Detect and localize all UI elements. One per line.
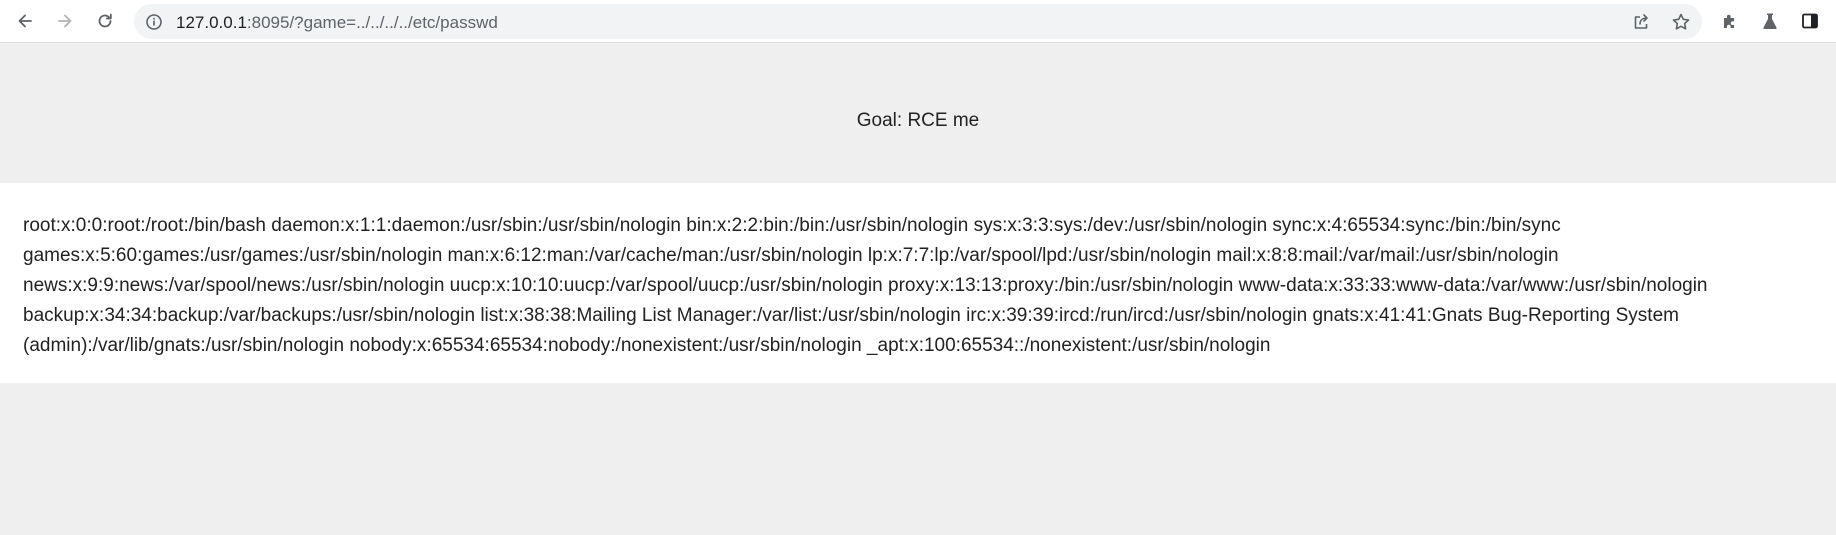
arrow-right-icon xyxy=(58,14,72,28)
browser-toolbar: 127.0.0.1:8095/?game=../../../../etc/pas… xyxy=(0,0,1836,43)
reload-icon xyxy=(98,13,112,28)
goal-section: Goal: RCE me xyxy=(0,43,1836,183)
url-path: :8095/?game=../../../../etc/passwd xyxy=(246,13,498,32)
forward-button[interactable] xyxy=(50,6,80,36)
side-panel-icon[interactable] xyxy=(1797,8,1823,34)
star-icon[interactable] xyxy=(1668,9,1694,35)
file-output-panel: root:x:0:0:root:/root:/bin/bash daemon:x… xyxy=(0,183,1836,383)
reload-button[interactable] xyxy=(90,6,120,36)
address-bar[interactable]: 127.0.0.1:8095/?game=../../../../etc/pas… xyxy=(134,4,1702,39)
info-icon[interactable] xyxy=(144,12,163,31)
passwd-output: root:x:0:0:root:/root:/bin/bash daemon:x… xyxy=(23,215,1708,356)
back-button[interactable] xyxy=(10,6,40,36)
share-icon[interactable] xyxy=(1628,9,1654,35)
url-host: 127.0.0.1 xyxy=(176,13,247,32)
arrow-left-icon xyxy=(18,14,32,28)
flask-icon[interactable] xyxy=(1757,8,1783,34)
puzzle-icon[interactable] xyxy=(1717,8,1743,34)
goal-text: Goal: RCE me xyxy=(856,110,980,131)
url-text[interactable]: 127.0.0.1:8095/?game=../../../../etc/pas… xyxy=(176,13,498,32)
